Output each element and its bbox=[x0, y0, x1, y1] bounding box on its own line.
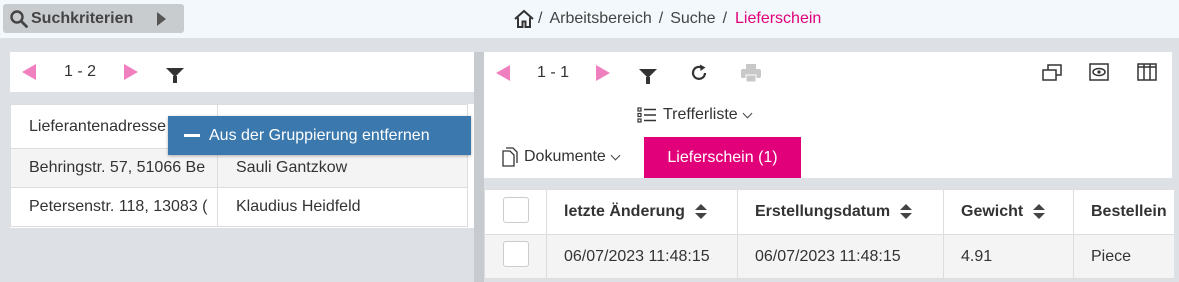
view-dropdown[interactable]: Trefferliste bbox=[637, 104, 753, 126]
breadcrumb-item-arbeitsbereich[interactable]: Arbeitsbereich bbox=[549, 10, 651, 28]
columns-icon[interactable] bbox=[1137, 63, 1157, 81]
table-cell: 06/07/2023 11:48:15 bbox=[737, 234, 944, 279]
row-select-cell bbox=[484, 234, 547, 279]
select-all-cell bbox=[484, 189, 547, 235]
next-page-icon[interactable] bbox=[596, 65, 611, 81]
column-header-label: Bestellein bbox=[1091, 203, 1167, 220]
column-header-bestelleinheit[interactable]: Bestellein bbox=[1073, 189, 1174, 235]
breadcrumb-current: Lieferschein bbox=[735, 10, 822, 27]
next-page-icon[interactable] bbox=[124, 64, 139, 80]
table-header-row: letzte Änderung Erstellungsdatum Gewicht… bbox=[484, 189, 1174, 235]
search-criteria-label: Suchkriterien bbox=[31, 9, 134, 27]
filter-icon[interactable] bbox=[166, 67, 185, 83]
remove-grouping-tooltip[interactable]: Aus der Gruppierung entfernen bbox=[168, 116, 471, 155]
eye-icon[interactable] bbox=[1089, 63, 1109, 81]
sort-icon[interactable] bbox=[900, 203, 913, 220]
left-pager-count: 1 - 2 bbox=[64, 63, 97, 80]
documents-dropdown-label: Dokumente bbox=[524, 148, 606, 165]
breadcrumb-item-suche[interactable]: Suche bbox=[670, 10, 715, 28]
right-toolbar: 1 - 1 Trefferliste Dokumente bbox=[484, 52, 1172, 178]
column-header-erstellungsdatum[interactable]: Erstellungsdatum bbox=[737, 189, 944, 235]
chevron-down-icon bbox=[742, 108, 753, 118]
window-icon[interactable] bbox=[1042, 64, 1062, 82]
breadcrumb-separator: / bbox=[658, 10, 664, 27]
documents-dropdown[interactable]: Dokumente bbox=[500, 146, 621, 168]
refresh-icon[interactable] bbox=[689, 63, 709, 83]
previous-page-icon[interactable] bbox=[496, 65, 510, 81]
previous-page-icon[interactable] bbox=[22, 64, 36, 80]
table-cell: Klaudius Heidfeld bbox=[217, 187, 468, 227]
column-header-letzte-aenderung[interactable]: letzte Änderung bbox=[546, 189, 738, 235]
sort-icon[interactable] bbox=[1033, 203, 1046, 220]
column-header-gewicht[interactable]: Gewicht bbox=[943, 189, 1074, 235]
tab-lieferschein[interactable]: Lieferschein (1) bbox=[644, 137, 801, 178]
breadcrumb-separator: / bbox=[722, 10, 728, 27]
results-table: letzte Änderung Erstellungsdatum Gewicht… bbox=[484, 189, 1174, 279]
search-criteria-button[interactable]: Suchkriterien bbox=[3, 4, 184, 33]
table-cell: 06/07/2023 11:48:15 bbox=[546, 234, 738, 279]
breadcrumb-separator: / bbox=[538, 10, 543, 27]
panel-splitter[interactable] bbox=[474, 52, 484, 282]
left-pager-bar: 1 - 2 bbox=[10, 52, 474, 92]
column-header-label: letzte Änderung bbox=[564, 203, 685, 220]
select-all-checkbox[interactable] bbox=[503, 196, 529, 223]
sort-icon[interactable] bbox=[694, 203, 707, 220]
chevron-right-icon[interactable] bbox=[157, 12, 166, 26]
breadcrumb: / Arbeitsbereich / Suche / Lieferschein bbox=[513, 7, 821, 31]
table-cell: 4.91 bbox=[943, 234, 1074, 279]
home-icon[interactable] bbox=[513, 9, 535, 29]
print-icon[interactable] bbox=[740, 63, 762, 83]
remove-grouping-label: Aus der Gruppierung entfernen bbox=[209, 126, 430, 144]
row-checkbox[interactable] bbox=[503, 241, 529, 267]
table-row[interactable]: 06/07/2023 11:48:15 06/07/2023 11:48:15 … bbox=[484, 234, 1174, 279]
right-table-container: letzte Änderung Erstellungsdatum Gewicht… bbox=[484, 189, 1174, 282]
minus-icon bbox=[184, 134, 200, 137]
chevron-down-icon bbox=[610, 150, 621, 160]
right-pager-count: 1 - 1 bbox=[537, 64, 570, 81]
table-cell: Petersenstr. 118, 13083 ( bbox=[10, 187, 218, 227]
document-icon bbox=[502, 147, 518, 167]
table-cell: Piece bbox=[1073, 234, 1174, 279]
filter-icon[interactable] bbox=[639, 68, 658, 84]
search-icon bbox=[10, 9, 28, 28]
column-header-label: Erstellungsdatum bbox=[755, 203, 891, 220]
view-dropdown-label: Trefferliste bbox=[663, 106, 738, 123]
list-icon bbox=[637, 107, 656, 123]
table-row[interactable]: Petersenstr. 118, 13083 ( Klaudius Heidf… bbox=[10, 187, 468, 227]
column-header-label: Gewicht bbox=[961, 203, 1024, 220]
